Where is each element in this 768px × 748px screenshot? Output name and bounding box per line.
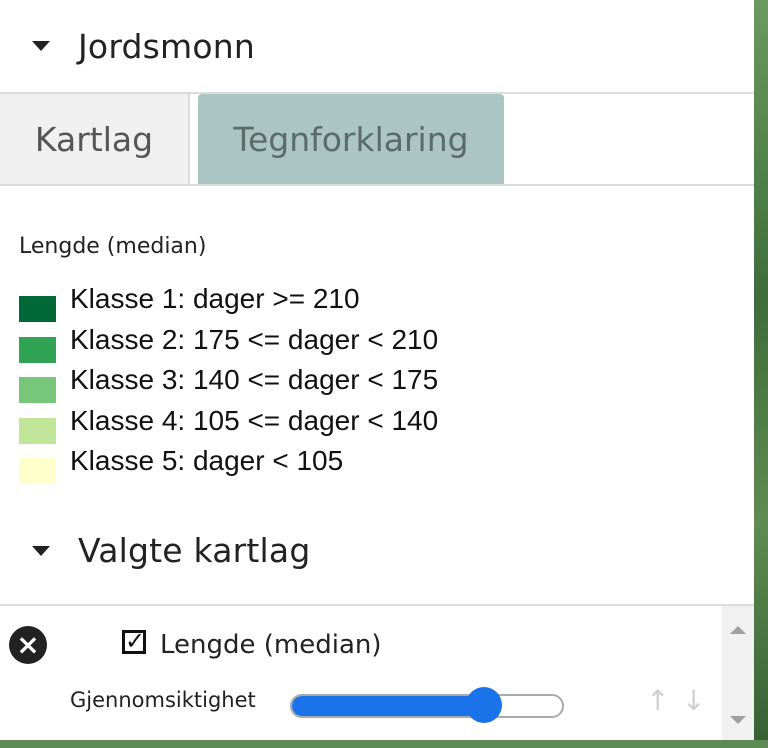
layer-visibility-checkbox[interactable]: ✓ xyxy=(122,630,146,654)
legend-swatch xyxy=(19,296,56,322)
section-header-valgte-kartlag[interactable]: Valgte kartlag xyxy=(0,506,754,596)
legend-item: Klasse 5: dager < 105 xyxy=(19,445,754,486)
legend-item: Klasse 2: 175 <= dager < 210 xyxy=(19,324,754,365)
caret-down-icon[interactable] xyxy=(32,545,50,556)
opacity-label: Gjennomsiktighet xyxy=(70,688,256,712)
legend-label: Klasse 5: dager < 105 xyxy=(70,445,344,476)
selected-layer-list: × ✓ Lengde (median) Gjennomsiktighet ↑ ↓ xyxy=(0,604,754,740)
layer-panel: Jordsmonn Kartlag Tegnforklaring Lengde … xyxy=(0,0,754,740)
legend-label: Klasse 3: 140 <= dager < 175 xyxy=(70,364,439,395)
map-background-bottom xyxy=(0,740,768,748)
legend-item: Klasse 4: 105 <= dager < 140 xyxy=(19,405,754,446)
scroll-down-icon[interactable] xyxy=(730,716,746,724)
layer-name: Lengde (median) xyxy=(160,630,382,660)
legend-title: Lengde (median) xyxy=(19,234,207,259)
tab-kartlag[interactable]: Kartlag xyxy=(0,94,190,184)
legend-item: Klasse 3: 140 <= dager < 175 xyxy=(19,364,754,405)
section-title: Jordsmonn xyxy=(78,26,256,66)
arrow-down-icon[interactable]: ↓ xyxy=(682,684,705,717)
map-background xyxy=(754,0,768,748)
tab-bar: Kartlag Tegnforklaring xyxy=(0,92,754,186)
legend-label: Klasse 4: 105 <= dager < 140 xyxy=(70,404,439,436)
scrollbar[interactable] xyxy=(722,606,754,740)
legend-item: Klasse 1: dager >= 210 xyxy=(19,283,754,324)
remove-layer-icon[interactable]: × xyxy=(9,626,47,664)
legend-swatch xyxy=(19,417,56,444)
scroll-up-icon[interactable] xyxy=(730,626,746,634)
section-header-jordsmonn[interactable]: Jordsmonn xyxy=(0,0,754,92)
legend-label: Klasse 2: 175 <= dager < 210 xyxy=(70,323,439,355)
legend-swatch xyxy=(19,377,56,403)
tab-tegnforklaring[interactable]: Tegnforklaring xyxy=(198,94,504,184)
opacity-slider-fill xyxy=(292,696,484,716)
legend-list: Klasse 1: dager >= 210 Klasse 2: 175 <= d… xyxy=(19,283,754,486)
legend-swatch xyxy=(19,458,56,484)
legend: Lengde (median) Klasse 1: dager >= 210 Kl… xyxy=(0,186,754,486)
selected-layers-title: Valgte kartlag xyxy=(78,531,311,570)
caret-down-icon[interactable] xyxy=(32,41,50,51)
arrow-up-icon[interactable]: ↑ xyxy=(646,684,669,717)
opacity-slider[interactable] xyxy=(290,687,564,723)
legend-swatch xyxy=(19,336,56,363)
legend-label: Klasse 1: dager >= 210 xyxy=(70,283,360,314)
opacity-slider-thumb[interactable] xyxy=(465,687,502,723)
